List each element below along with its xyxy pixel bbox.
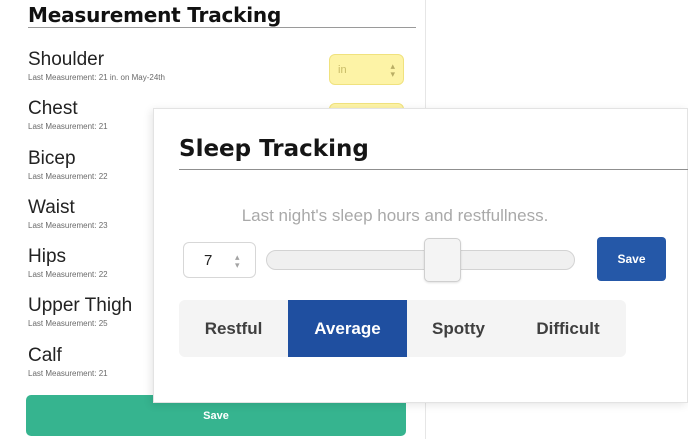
last-measurement-text: Last Measurement: 25 — [28, 319, 108, 328]
last-measurement-text: Last Measurement: 21 — [28, 122, 108, 131]
measurement-label: Upper Thigh — [28, 295, 133, 316]
measurement-title: Measurement Tracking — [28, 3, 282, 27]
sleep-prompt: Last night's sleep hours and restfullnes… — [241, 206, 549, 225]
restfulness-slider-track[interactable] — [266, 250, 575, 270]
measurement-label: Shoulder — [28, 49, 105, 70]
option-difficult[interactable]: Difficult — [510, 300, 626, 357]
option-spotty[interactable]: Spotty — [407, 300, 510, 357]
last-measurement-text: Last Measurement: 21 in. on May-24th — [28, 73, 165, 82]
restfulness-options: Restful Average Spotty Difficult — [179, 300, 626, 357]
option-average[interactable]: Average — [288, 300, 407, 357]
sleep-hours-value: 7 — [204, 252, 213, 269]
measurement-divider — [28, 27, 416, 28]
measurement-label: Hips — [28, 246, 67, 267]
sleep-hours-input[interactable]: 7 ▴ ▾ — [183, 242, 256, 278]
restfulness-slider-thumb[interactable] — [423, 238, 461, 282]
measurement-label: Chest — [28, 98, 78, 119]
sleep-tracking-card: Sleep Tracking Last night's sleep hours … — [153, 108, 688, 403]
measurement-label: Bicep — [28, 148, 76, 169]
up-down-arrows-icon[interactable]: ▴ ▾ — [235, 253, 240, 270]
option-restful[interactable]: Restful — [179, 300, 288, 357]
shoulder-input[interactable]: in ▴ ▾ — [329, 54, 404, 85]
last-measurement-text: Last Measurement: 22 — [28, 270, 108, 279]
last-measurement-text: Last Measurement: 23 — [28, 221, 108, 230]
measurement-label: Calf — [28, 345, 62, 366]
sleep-divider — [179, 169, 688, 170]
last-measurement-text: Last Measurement: 21 — [28, 369, 108, 378]
up-down-arrows-icon[interactable]: ▴ ▾ — [390, 62, 395, 79]
measurement-row-shoulder: Shoulder Last Measurement: 21 in. on May… — [28, 49, 418, 97]
measurement-label: Waist — [28, 197, 75, 218]
last-measurement-text: Last Measurement: 22 — [28, 172, 108, 181]
sleep-title: Sleep Tracking — [179, 136, 369, 162]
unit-placeholder: in — [338, 64, 347, 76]
sleep-save-button[interactable]: Save — [597, 237, 666, 281]
